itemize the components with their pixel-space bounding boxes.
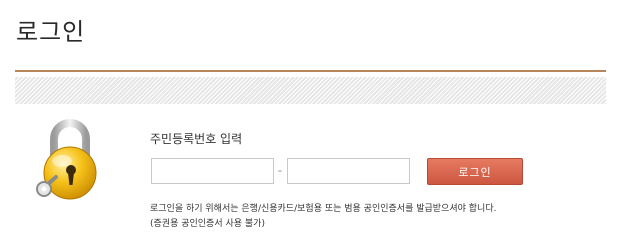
page-title: 로그인 — [16, 18, 86, 46]
notice-line-2: (증권용 공인인증서 사용 불가) — [150, 219, 265, 229]
ssn-separator: - — [278, 164, 282, 177]
ssn-second-field[interactable] — [287, 158, 410, 184]
login-page: 로그인 주민등록번호 입력 - 로그인 로그인을 하기 위해서는 은행/신용카드… — [0, 0, 622, 246]
login-button[interactable]: 로그인 — [427, 158, 523, 185]
login-notice: 로그인을 하기 위해서는 은행/신용카드/보험용 또는 범용 공인인증서를 발급… — [150, 202, 496, 232]
title-divider — [15, 70, 606, 72]
hatched-band — [15, 77, 606, 104]
padlock-with-key-icon — [36, 119, 97, 200]
notice-line-1: 로그인을 하기 위해서는 은행/신용카드/보험용 또는 범용 공인인증서를 발급… — [150, 204, 497, 214]
ssn-input-label: 주민등록번호 입력 — [150, 132, 243, 146]
ssn-first-field[interactable] — [151, 158, 274, 184]
